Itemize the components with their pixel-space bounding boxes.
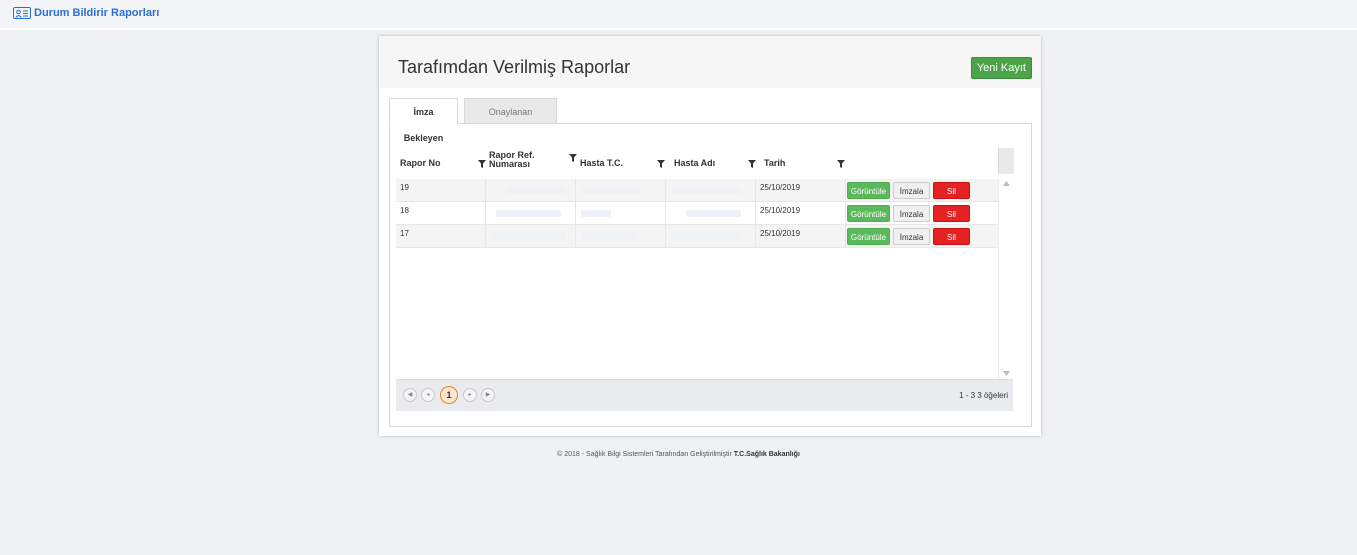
- rapor-no-cell: 18: [400, 206, 409, 215]
- table-row[interactable]: 19 25/10/2019 Görüntüle İmzala Sil: [396, 179, 998, 202]
- view-button[interactable]: Görüntüle: [847, 182, 890, 199]
- column-label: Hasta Adı: [674, 158, 716, 168]
- footer-org: T.C.Sağlık Bakanlığı: [733, 451, 800, 458]
- filter-icon[interactable]: [657, 160, 665, 168]
- column-actions: [845, 148, 998, 179]
- column-hasta-adi[interactable]: Hasta Adı: [665, 148, 756, 179]
- tarih-cell: 25/10/2019: [755, 202, 845, 224]
- user-card-icon: [13, 7, 31, 19]
- redacted-cell: [665, 179, 756, 201]
- next-page-icon[interactable]: ▸: [463, 388, 477, 402]
- view-button[interactable]: Görüntüle: [847, 228, 890, 245]
- table-row[interactable]: 17 25/10/2019 Görüntüle İmzala Sil: [396, 225, 998, 248]
- scroll-up-icon[interactable]: [1003, 181, 1010, 186]
- sign-button[interactable]: İmzala: [893, 205, 930, 222]
- filter-icon[interactable]: [837, 160, 845, 168]
- prev-page-icon[interactable]: ◂: [421, 388, 435, 402]
- redacted-cell: [575, 225, 666, 247]
- new-record-button[interactable]: Yeni Kayıt: [970, 57, 1032, 79]
- column-rapor-no[interactable]: Rapor No: [396, 148, 486, 179]
- column-hasta-tc[interactable]: Hasta T.C.: [575, 148, 665, 179]
- first-page-icon[interactable]: ◀: [403, 388, 417, 402]
- column-label: Rapor Ref. Numarası: [489, 150, 535, 169]
- column-label: Rapor No: [400, 158, 441, 168]
- top-bar: Durum Bildirir Raporları: [0, 0, 1357, 30]
- footer-text: © 2018 - Sağlık Bilgi Sistemleri Tarafın…: [557, 451, 734, 458]
- header-scroll-filler: [998, 148, 1014, 174]
- panel-header: Tarafımdan Verilmiş Raporlar Yeni Kayıt: [379, 36, 1041, 88]
- redacted-cell: [665, 202, 756, 224]
- delete-button[interactable]: Sil: [933, 182, 970, 199]
- redacted-cell: [575, 202, 666, 224]
- redacted-cell: [575, 179, 666, 201]
- scroll-down-icon[interactable]: [1003, 371, 1010, 376]
- table-row[interactable]: 18 25/10/2019 Görüntüle İmzala Sil: [396, 202, 998, 225]
- redacted-cell: [485, 202, 576, 224]
- grid-scrollbar[interactable]: [998, 179, 1014, 379]
- last-page-icon[interactable]: ▶: [481, 388, 495, 402]
- redacted-cell: [485, 179, 576, 201]
- pager-info: 1 - 3 3 öğeleri: [959, 391, 1008, 400]
- column-label: Tarih: [764, 158, 786, 168]
- app-title: Durum Bildirir Raporları: [34, 7, 160, 19]
- redacted-cell: [665, 225, 756, 247]
- redacted-cell: [485, 225, 576, 247]
- tab-approved-reports[interactable]: Onaylanan Raporlar: [464, 98, 557, 143]
- sign-button[interactable]: İmzala: [893, 228, 930, 245]
- grid-header: Rapor No Rapor Ref. Numarası Hasta T.C. …: [396, 148, 998, 179]
- delete-button[interactable]: Sil: [933, 205, 970, 222]
- column-label: Hasta T.C.: [580, 158, 624, 168]
- reports-grid: Rapor No Rapor Ref. Numarası Hasta T.C. …: [396, 148, 1014, 411]
- delete-button[interactable]: Sil: [933, 228, 970, 245]
- tarih-cell: 25/10/2019: [755, 225, 845, 247]
- footer: © 2018 - Sağlık Bilgi Sistemleri Tarafın…: [0, 451, 1357, 458]
- tarih-cell: 25/10/2019: [755, 179, 845, 201]
- column-tarih[interactable]: Tarih: [755, 148, 845, 179]
- column-rapor-ref[interactable]: Rapor Ref. Numarası: [485, 148, 577, 179]
- rapor-no-cell: 17: [400, 229, 409, 238]
- rapor-no-cell: 19: [400, 183, 409, 192]
- pager: ◀ ◂ 1 ▸ ▶ 1 - 3 3 öğeleri: [396, 379, 1013, 411]
- reports-panel: Tarafımdan Verilmiş Raporlar Yeni Kayıt …: [379, 36, 1041, 436]
- current-page[interactable]: 1: [440, 386, 458, 404]
- page-title: Tarafımdan Verilmiş Raporlar: [398, 57, 631, 77]
- tab-pending-signature[interactable]: İmza Bekleyen: [389, 98, 458, 143]
- view-button[interactable]: Görüntüle: [847, 205, 890, 222]
- app-title-link[interactable]: Durum Bildirir Raporları: [13, 7, 159, 19]
- sign-button[interactable]: İmzala: [893, 182, 930, 199]
